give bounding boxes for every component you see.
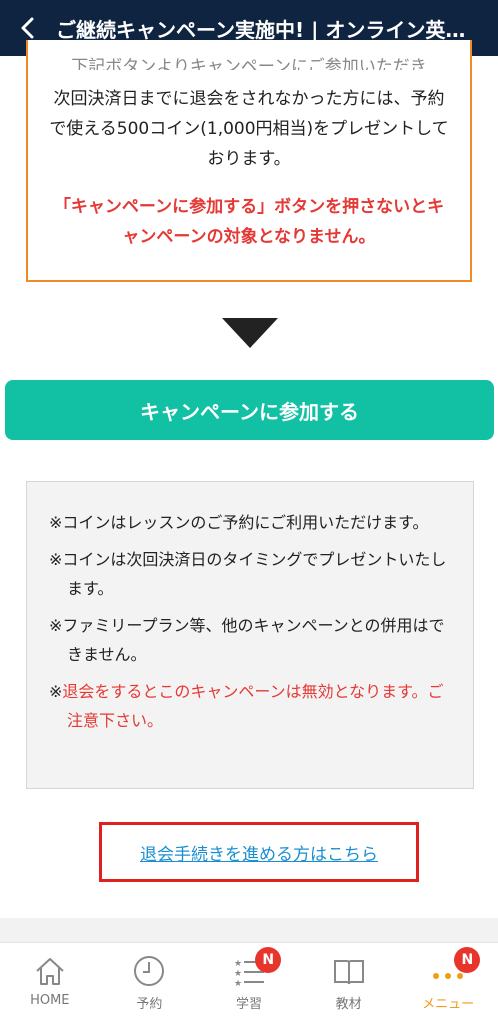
svg-text:★: ★ <box>234 959 242 969</box>
note-item-warning: ※退会をするとこのキャンペーンは無効となります。ご注意下さい。 <box>49 677 451 735</box>
tab-label: 教材 <box>335 997 362 1012</box>
tab-label: 予約 <box>136 997 163 1012</box>
book-icon <box>331 953 367 989</box>
campaign-warning: 「キャンペーンに参加する」ボタンを押さないとキャンペーンの対象となりません。 <box>53 197 445 247</box>
withdraw-link[interactable]: 退会手続きを進める方はこちら <box>140 840 378 865</box>
notification-badge: N <box>255 947 282 973</box>
note-mark: ※ <box>49 682 63 701</box>
tab-label: メニュー <box>422 997 475 1012</box>
note-item: ※ファミリープラン等、他のキャンペーンとの併用はできません。 <box>49 616 445 664</box>
tab-home[interactable]: HOME <box>0 943 100 1024</box>
svg-text:★: ★ <box>234 969 242 979</box>
campaign-description: 下記ボタンよりキャンペーンにご参加いただき 次回決済日までに退会をされなかった方… <box>46 57 452 174</box>
notes-box: ※コインはレッスンのご予約にご利用いただけます。 ※コインは次回決済日のタイミン… <box>26 481 474 789</box>
notification-badge: N <box>454 947 481 973</box>
tab-menu[interactable]: N メニュー <box>398 943 498 1024</box>
campaign-info-box: 下記ボタンよりキャンペーンにご参加いただき 次回決済日までに退会をされなかった方… <box>26 40 472 282</box>
clock-icon <box>131 953 167 989</box>
campaign-description-cut-line: 下記ボタンよりキャンペーンにご参加いただき <box>71 57 427 70</box>
withdraw-link-highlight: 退会手続きを進める方はこちら <box>99 822 419 882</box>
tab-label: HOME <box>30 993 70 1008</box>
page-title: ご継続キャンペーン実施中! | オンライン英会話ネイティブキャンプ <box>56 17 476 42</box>
note-item: ※コインはレッスンのご予約にご利用いただけます。 <box>49 513 429 532</box>
tab-reservation[interactable]: 予約 <box>100 943 200 1024</box>
tab-materials[interactable]: 教材 <box>299 943 399 1024</box>
svg-text:★: ★ <box>234 979 242 988</box>
tab-label: 学習 <box>235 997 262 1012</box>
bottom-tab-bar: HOME 予約 ★ ★ ★ N 学習 教材 N メニュー <box>0 942 498 1024</box>
note-item: ※コインは次回決済日のタイミングでプレゼントいたします。 <box>49 550 447 598</box>
note-warning-text: 退会をするとこのキャンペーンは無効となります。ご注意下さい。 <box>62 682 444 730</box>
down-triangle-icon <box>222 318 278 348</box>
section-divider <box>0 918 498 942</box>
campaign-description-text: 次回決済日までに退会をされなかった方には、予約で使える500コイン(1,000円… <box>49 89 449 169</box>
home-icon <box>32 953 68 989</box>
tab-learning[interactable]: ★ ★ ★ N 学習 <box>199 943 299 1024</box>
join-campaign-button[interactable]: キャンペーンに参加する <box>5 380 494 440</box>
